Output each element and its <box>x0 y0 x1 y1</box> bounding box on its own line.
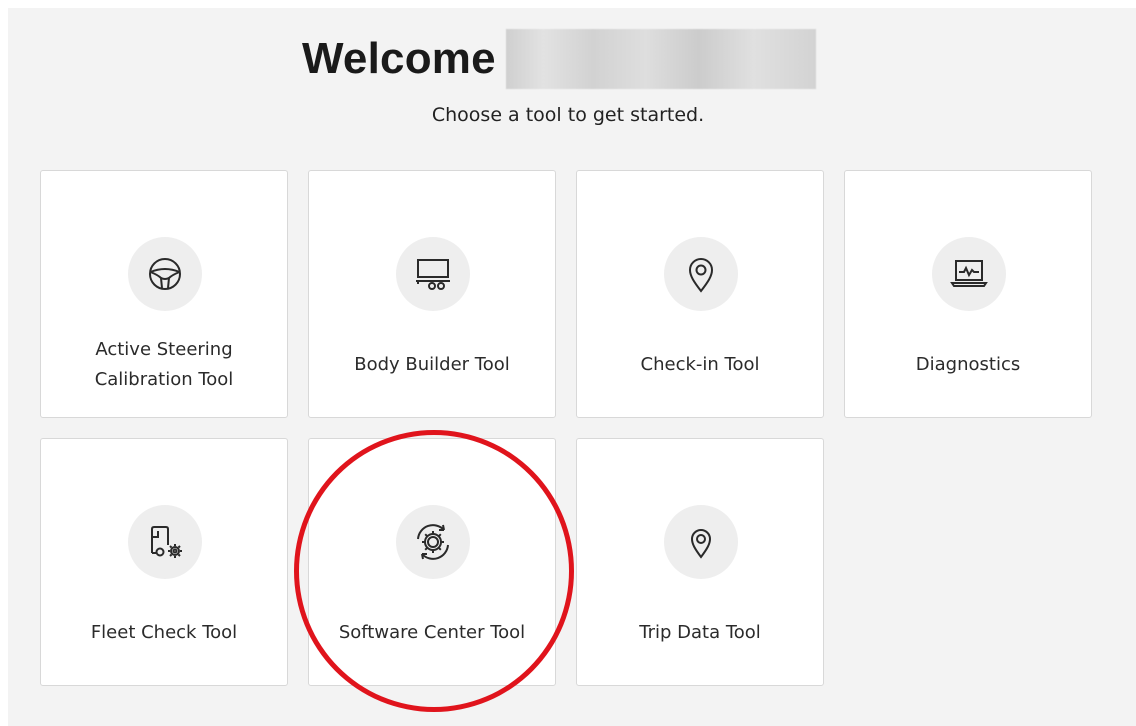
tool-card-trip-data[interactable]: Trip Data Tool <box>576 438 824 686</box>
tool-label: Body Builder Tool <box>354 354 510 375</box>
tool-label: Check-in Tool <box>640 354 760 375</box>
tool-label: Fleet Check Tool <box>90 622 238 643</box>
page-title: Welcome <box>302 34 496 83</box>
subtitle-text: Choose a tool to get started. <box>431 104 705 126</box>
tool-card-fleet-check[interactable]: Fleet Check Tool <box>40 438 288 686</box>
tool-label: Diagnostics <box>915 354 1021 375</box>
tool-card-diagnostics[interactable]: Diagnostics <box>844 170 1092 418</box>
tool-label: Software Center Tool <box>338 622 526 643</box>
location-pin-icon <box>664 505 738 579</box>
tool-card-body-builder[interactable]: Body Builder Tool <box>308 170 556 418</box>
steering-wheel-icon <box>128 237 202 311</box>
tool-label: Trip Data Tool <box>639 622 761 643</box>
gear-refresh-icon <box>396 505 470 579</box>
page-subtitle: Choose a tool to get started. <box>0 104 1136 126</box>
tool-label: Active Steering Calibration Tool <box>94 339 234 390</box>
laptop-pulse-icon <box>932 237 1006 311</box>
location-pin-icon <box>664 237 738 311</box>
truck-gear-icon <box>128 505 202 579</box>
welcome-header: Welcome <box>302 28 816 90</box>
tool-card-software-center[interactable]: Software Center Tool <box>308 438 556 686</box>
truck-body-icon <box>396 237 470 311</box>
tool-card-check-in[interactable]: Check-in Tool <box>576 170 824 418</box>
tool-card-active-steering[interactable]: Active Steering Calibration Tool <box>40 170 288 418</box>
redacted-user-name <box>505 29 816 89</box>
